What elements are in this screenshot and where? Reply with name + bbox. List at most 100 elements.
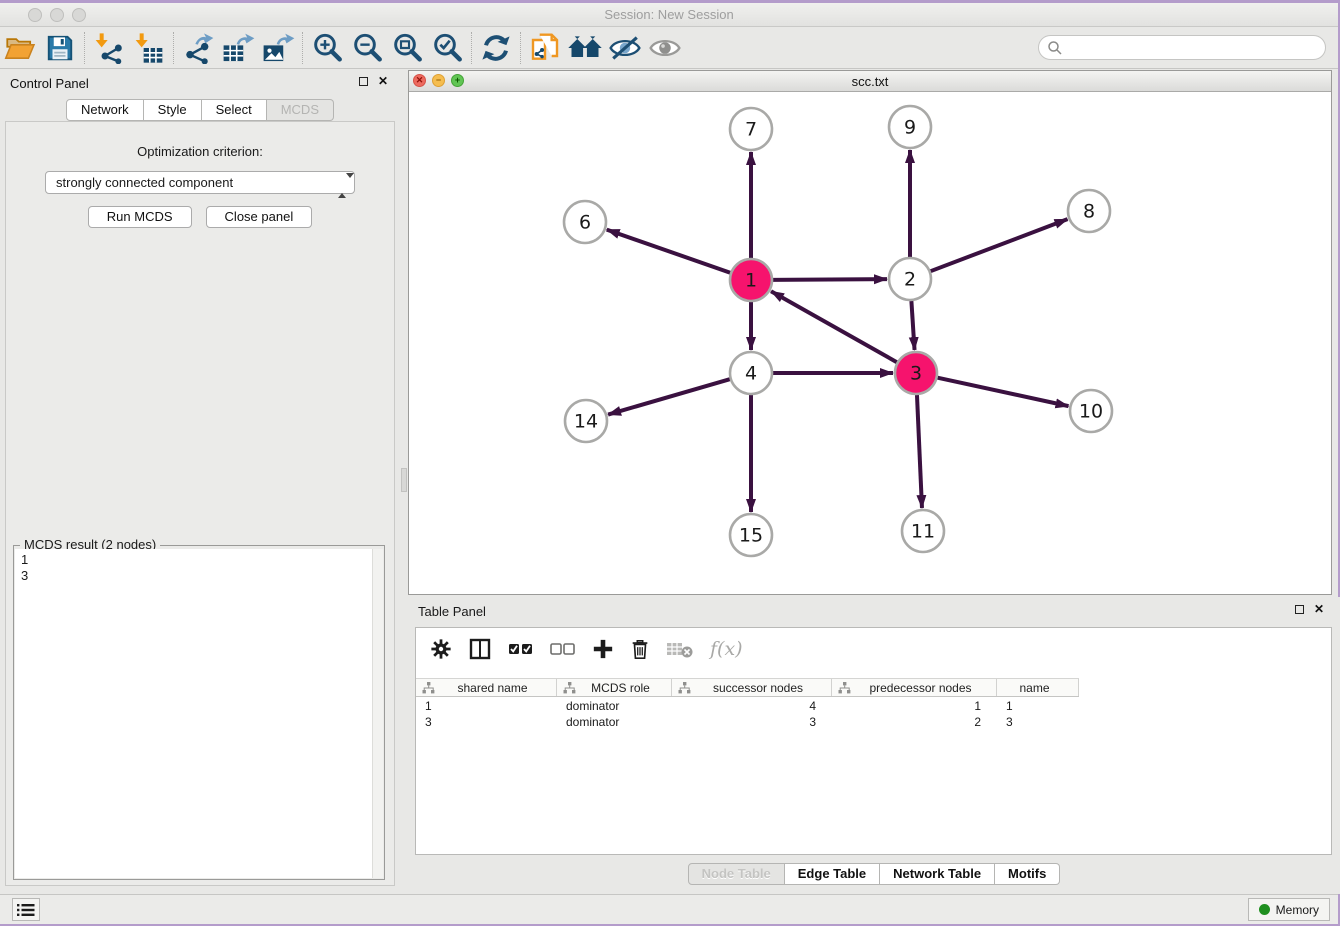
zoom-in-button[interactable] — [307, 31, 347, 65]
edge-1-2[interactable] — [773, 279, 887, 280]
edge-4-14[interactable] — [608, 379, 730, 414]
delete-table-button[interactable] — [666, 639, 694, 659]
import-network-button[interactable] — [89, 31, 129, 65]
table-cell[interactable]: dominator — [557, 698, 672, 714]
table-rows: 1dominator4113dominator323 — [416, 698, 1331, 730]
tab-mcds[interactable]: MCDS — [267, 99, 334, 121]
open-network-file-button[interactable] — [525, 31, 565, 65]
column-header-mcds-role[interactable]: MCDS role — [557, 679, 672, 696]
tab-edge-table[interactable]: Edge Table — [785, 863, 880, 885]
import-table-button[interactable] — [129, 31, 169, 65]
refresh-button[interactable] — [476, 31, 516, 65]
export-image-icon — [261, 32, 295, 64]
edge-3-10[interactable] — [937, 378, 1068, 406]
unchecked-boxes-icon — [550, 640, 576, 658]
table-cell[interactable]: 3 — [997, 714, 1079, 730]
column-label: successor nodes — [691, 681, 831, 695]
column-header-name[interactable]: name — [997, 679, 1079, 696]
node-label-1: 1 — [745, 270, 757, 292]
close-panel-button[interactable]: Close panel — [206, 206, 313, 228]
edge-3-11[interactable] — [917, 395, 922, 508]
optimization-criterion-select[interactable]: strongly connected component — [45, 171, 355, 194]
search-input[interactable] — [1063, 38, 1325, 58]
edge-2-8[interactable] — [931, 219, 1068, 271]
panel-splitter[interactable] — [400, 70, 408, 894]
toolbar-separator — [302, 32, 303, 64]
unselect-all-columns-button[interactable] — [550, 640, 576, 658]
add-column-button[interactable] — [592, 638, 614, 660]
edge-2-3[interactable] — [911, 301, 914, 350]
tab-network[interactable]: Network — [66, 99, 144, 121]
column-header-successor-nodes[interactable]: successor nodes — [672, 679, 832, 696]
node-label-9: 9 — [904, 117, 916, 139]
column-layout-button[interactable] — [468, 637, 492, 661]
hierarchy-icon — [678, 682, 691, 694]
node-label-2: 2 — [904, 269, 916, 291]
table-cell[interactable]: 1 — [416, 698, 557, 714]
open-session-button[interactable] — [0, 31, 40, 65]
select-all-columns-button[interactable] — [508, 640, 534, 658]
tab-node-table[interactable]: Node Table — [688, 863, 785, 885]
table-cell[interactable]: 3 — [416, 714, 557, 730]
memory-button[interactable]: Memory — [1248, 898, 1330, 921]
task-history-button[interactable] — [12, 898, 40, 921]
node-label-15: 15 — [739, 525, 763, 547]
import-network-icon — [93, 32, 125, 64]
node-label-4: 4 — [745, 363, 757, 385]
columns-icon — [468, 637, 492, 661]
tab-select[interactable]: Select — [202, 99, 267, 121]
float-panel-icon[interactable] — [359, 77, 368, 86]
hide-selected-button[interactable] — [605, 31, 645, 65]
home-fit-button[interactable] — [565, 31, 605, 65]
column-label: predecessor nodes — [851, 681, 996, 695]
search-field[interactable] — [1038, 35, 1326, 60]
main-toolbar — [0, 27, 1338, 69]
table-row[interactable]: 3dominator323 — [416, 714, 1331, 730]
show-all-button[interactable] — [645, 31, 685, 65]
column-header-predecessor-nodes[interactable]: predecessor nodes — [832, 679, 997, 696]
eye-slash-icon — [608, 33, 642, 63]
zoom-selected-button[interactable] — [427, 31, 467, 65]
edge-3-1[interactable] — [771, 291, 897, 362]
edge-1-6[interactable] — [607, 230, 731, 273]
float-table-panel-icon[interactable] — [1295, 605, 1304, 614]
table-cell[interactable]: dominator — [557, 714, 672, 730]
tab-motifs[interactable]: Motifs — [995, 863, 1060, 885]
close-panel-icon[interactable]: ✕ — [378, 76, 388, 86]
zoom-fit-button[interactable] — [387, 31, 427, 65]
plus-icon — [592, 638, 614, 660]
mcds-panel: Optimization criterion: strongly connect… — [5, 121, 395, 886]
column-header-shared-name[interactable]: shared name — [416, 679, 557, 696]
network-graph[interactable]: 1234678910111415 — [409, 92, 1331, 594]
splitter-grip[interactable] — [401, 468, 407, 492]
close-table-panel-icon[interactable]: ✕ — [1314, 604, 1324, 614]
table-settings-button[interactable] — [430, 638, 452, 660]
save-session-button[interactable] — [40, 31, 80, 65]
table-cell[interactable]: 4 — [672, 698, 832, 714]
delete-column-button[interactable] — [630, 638, 650, 660]
window-title: Session: New Session — [0, 7, 1338, 22]
save-floppy-icon — [45, 33, 75, 63]
export-table-button[interactable] — [218, 31, 258, 65]
optimization-criterion-label: Optimization criterion: — [6, 144, 394, 159]
tab-network-table[interactable]: Network Table — [880, 863, 995, 885]
mcds-result-text[interactable]: 1 3 — [15, 549, 383, 878]
tab-style[interactable]: Style — [144, 99, 202, 121]
hierarchy-icon — [838, 682, 851, 694]
table-cell[interactable]: 2 — [832, 714, 997, 730]
network-canvas[interactable]: 1234678910111415 — [409, 92, 1331, 594]
run-mcds-button[interactable]: Run MCDS — [88, 206, 192, 228]
table-row[interactable]: 1dominator411 — [416, 698, 1331, 714]
export-image-button[interactable] — [258, 31, 298, 65]
table-cell[interactable]: 1 — [997, 698, 1079, 714]
table-panel: Table Panel ✕ — [408, 597, 1340, 894]
table-cell[interactable]: 1 — [832, 698, 997, 714]
result-scrollbar[interactable] — [372, 549, 383, 878]
export-network-button[interactable] — [178, 31, 218, 65]
mcds-result-fieldset: MCDS result (2 nodes) 1 3 — [13, 545, 385, 880]
toolbar-separator — [84, 32, 85, 64]
function-builder-button[interactable]: f(x) — [710, 638, 743, 660]
zoom-out-button[interactable] — [347, 31, 387, 65]
node-label-8: 8 — [1083, 201, 1095, 223]
table-cell[interactable]: 3 — [672, 714, 832, 730]
